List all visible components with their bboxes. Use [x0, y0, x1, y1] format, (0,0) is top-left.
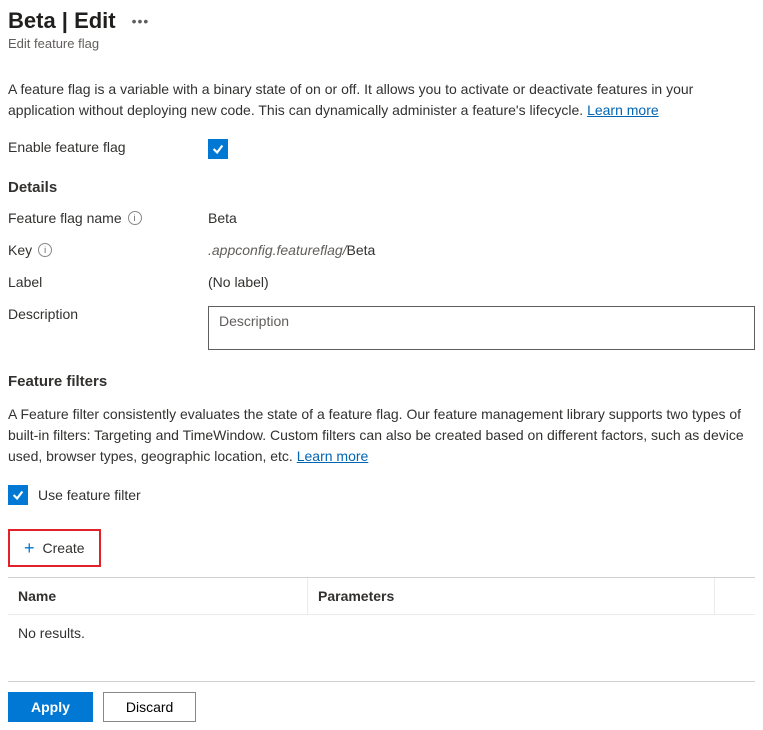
checkmark-icon: [11, 488, 25, 502]
plus-icon: +: [24, 539, 35, 557]
column-header-actions: [715, 578, 755, 615]
filters-intro-body: A Feature filter consistently evaluates …: [8, 406, 744, 464]
key-value: .appconfig.featureflag/Beta: [208, 242, 755, 258]
page-title: Beta | Edit: [8, 8, 116, 34]
description-label: Description: [8, 306, 208, 322]
key-label: Key: [8, 242, 32, 258]
details-heading: Details: [8, 179, 755, 196]
checkmark-icon: [211, 142, 225, 156]
label-label: Label: [8, 274, 208, 290]
intro-learn-more-link[interactable]: Learn more: [587, 102, 659, 118]
use-filter-label: Use feature filter: [38, 487, 141, 503]
intro-text: A feature flag is a variable with a bina…: [8, 79, 755, 121]
filters-intro-text: A Feature filter consistently evaluates …: [8, 404, 755, 467]
column-header-parameters[interactable]: Parameters: [308, 578, 715, 615]
enable-flag-label: Enable feature flag: [8, 139, 208, 155]
key-suffix: Beta: [347, 242, 376, 258]
filters-learn-more-link[interactable]: Learn more: [297, 448, 369, 464]
footer-bar: Apply Discard: [8, 681, 755, 722]
filters-table: Name Parameters No results.: [8, 577, 755, 651]
label-value: (No label): [208, 274, 755, 290]
filters-heading: Feature filters: [8, 373, 755, 390]
page-subtitle: Edit feature flag: [8, 36, 755, 51]
info-icon[interactable]: i: [38, 243, 52, 257]
flag-name-label: Feature flag name: [8, 210, 122, 226]
create-button[interactable]: + Create: [14, 535, 95, 561]
info-icon[interactable]: i: [128, 211, 142, 225]
enable-flag-checkbox[interactable]: [208, 139, 228, 159]
discard-button[interactable]: Discard: [103, 692, 196, 722]
create-button-highlight: + Create: [8, 529, 101, 567]
key-prefix: .appconfig.featureflag/: [208, 242, 347, 258]
use-filter-checkbox[interactable]: [8, 485, 28, 505]
column-header-name[interactable]: Name: [8, 578, 308, 615]
more-icon[interactable]: •••: [132, 13, 150, 29]
create-label: Create: [43, 540, 85, 556]
flag-name-value: Beta: [208, 210, 755, 226]
table-empty-row: No results.: [8, 615, 755, 651]
description-input[interactable]: [208, 306, 755, 350]
apply-button[interactable]: Apply: [8, 692, 93, 722]
